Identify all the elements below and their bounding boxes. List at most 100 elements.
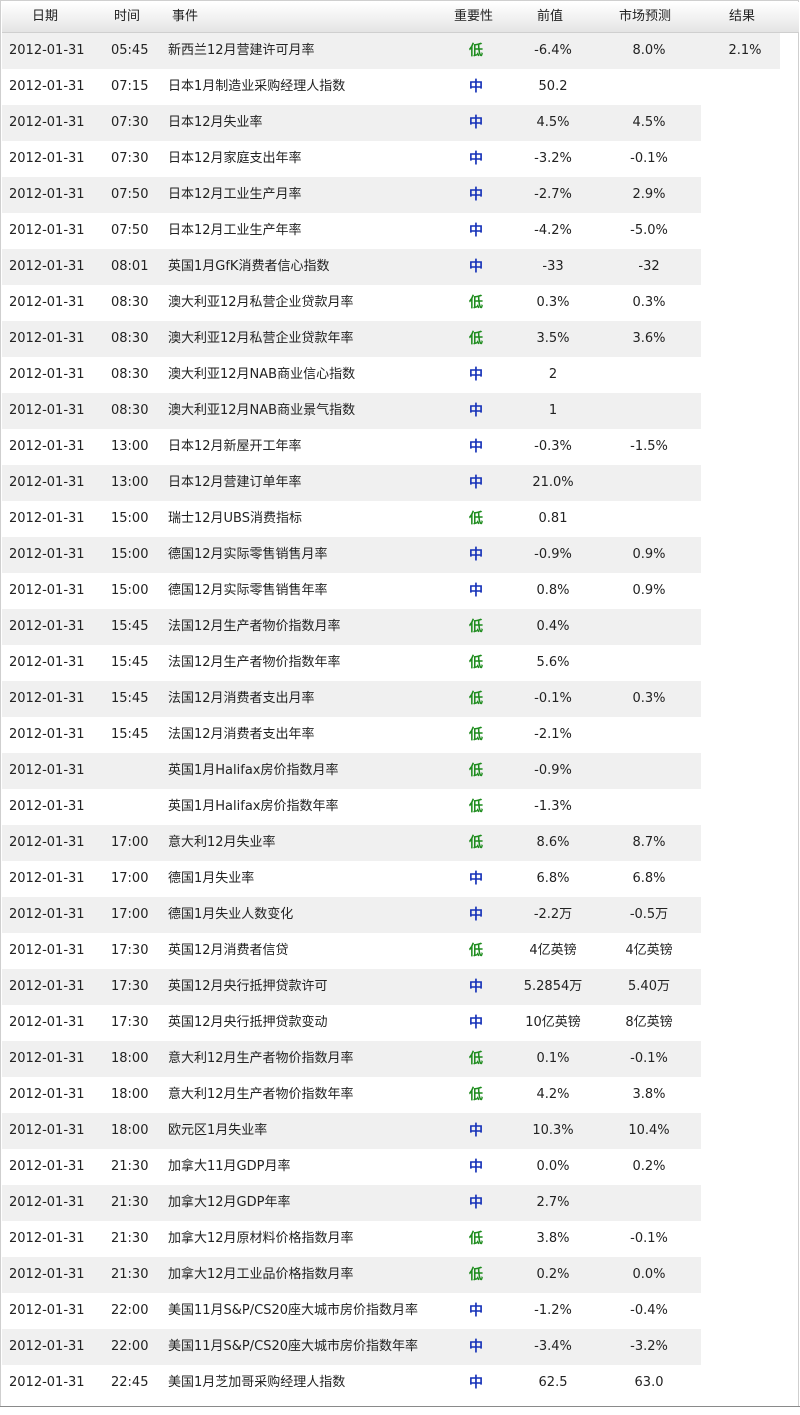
table-row[interactable]: 2012-01-31 英国1月Halifax房价指数年率低 -1.3% bbox=[2, 789, 701, 825]
row-date: 2012-01-31 bbox=[9, 1051, 85, 1066]
table-row[interactable]: 2012-01-31 22:00 美国11月S&P/CS20座大城市房价指数月率中 -… bbox=[2, 1293, 701, 1329]
header-date[interactable]: 日期 bbox=[32, 2, 58, 32]
row-time: 21:30 bbox=[111, 1159, 149, 1174]
row-time: 21:30 bbox=[111, 1267, 149, 1282]
row-event: 澳大利亚12月NAB商业信心指数 bbox=[168, 367, 356, 382]
table-row[interactable]: 2012-01-31 22:00 美国11月S&P/CS20座大城市房价指数年率中 -… bbox=[2, 1329, 701, 1365]
table-row[interactable]: 2012-01-31 21:30 加拿大12月工业品价格指数月率低 0.2% 0.0% bbox=[2, 1257, 701, 1293]
table-row[interactable]: 2012-01-31 18:00 意大利12月生产者物价指数月率低 0.1% -0.1% bbox=[2, 1041, 701, 1077]
row-date: 2012-01-31 bbox=[9, 1375, 85, 1390]
row-date: 2012-01-31 bbox=[9, 1339, 85, 1354]
row-event: 瑞士12月UBS消费指标 bbox=[168, 511, 302, 526]
row-date: 2012-01-31 bbox=[9, 1267, 85, 1282]
row-event: 意大利12月失业率 bbox=[168, 835, 276, 850]
table-row[interactable]: 2012-01-31 18:00 意大利12月生产者物价指数年率低 4.2% 3.8% bbox=[2, 1077, 701, 1113]
table-row[interactable]: 2012-01-31 21:30 加拿大11月GDP月率中 0.0% 0.2% bbox=[2, 1149, 701, 1185]
table-row[interactable]: 2012-01-31 22:45 美国1月芝加哥采购经理人指数中 62.5 63.0 bbox=[2, 1365, 701, 1401]
row-event: 美国11月S&P/CS20座大城市房价指数年率 bbox=[168, 1339, 419, 1354]
table-row[interactable]: 2012-01-31 07:15 日本1月制造业采购经理人指数中 50.2 bbox=[2, 69, 701, 105]
table-row[interactable]: 2012-01-31 英国1月Halifax房价指数月率低 -0.9% bbox=[2, 753, 701, 789]
row-date: 2012-01-31 bbox=[9, 1303, 85, 1318]
row-date: 2012-01-31 bbox=[9, 1123, 85, 1138]
table-row[interactable]: 2012-01-31 08:30 澳大利亚12月私营企业贷款月率低 0.3% 0.3% bbox=[2, 285, 701, 321]
header-time[interactable]: 时间 bbox=[114, 2, 140, 32]
row-date: 2012-01-31 bbox=[9, 79, 85, 94]
row-event: 日本1月制造业采购经理人指数 bbox=[168, 79, 346, 94]
row-time: 15:45 bbox=[111, 619, 149, 634]
row-time: 05:45 bbox=[111, 43, 149, 58]
table-row[interactable]: 2012-01-31 05:45 新西兰12月营建许可月率低 -6.4% 8.0% 2.1… bbox=[2, 33, 780, 69]
table-row[interactable]: 2012-01-31 15:00 德国12月实际零售销售年率中 0.8% 0.9% bbox=[2, 573, 701, 609]
row-time: 07:15 bbox=[111, 79, 149, 94]
row-date: 2012-01-31 bbox=[9, 1195, 85, 1210]
table-row[interactable]: 2012-01-31 15:45 法国12月消费者支出月率低 -0.1% 0.3% bbox=[2, 681, 701, 717]
row-event: 德国1月失业人数变化 bbox=[168, 907, 294, 922]
row-date: 2012-01-31 bbox=[9, 547, 85, 562]
row-event: 日本12月工业生产月率 bbox=[168, 187, 302, 202]
table-row[interactable]: 2012-01-31 08:01 英国1月GfK消费者信心指数中 -33 -32 bbox=[2, 249, 701, 285]
table-row[interactable]: 2012-01-31 18:00 欧元区1月失业率中 10.3% 10.4% bbox=[2, 1113, 701, 1149]
row-event: 英国12月央行抵押贷款许可 bbox=[168, 979, 328, 994]
table-row[interactable]: 2012-01-31 13:00 日本12月新屋开工年率中 -0.3% -1.5% bbox=[2, 429, 701, 465]
row-time: 08:01 bbox=[111, 259, 149, 274]
row-date: 2012-01-31 bbox=[9, 43, 85, 58]
header-event[interactable]: 事件 bbox=[172, 2, 198, 32]
row-event: 法国12月生产者物价指数月率 bbox=[168, 619, 341, 634]
table-row[interactable]: 2012-01-31 15:00 德国12月实际零售销售月率中 -0.9% 0.9% bbox=[2, 537, 701, 573]
row-time: 07:30 bbox=[111, 151, 149, 166]
header-forecast[interactable]: 市场预测 bbox=[619, 2, 671, 32]
row-date: 2012-01-31 bbox=[9, 367, 85, 382]
row-event: 澳大利亚12月私营企业贷款月率 bbox=[168, 295, 354, 310]
row-event: 加拿大12月工业品价格指数月率 bbox=[168, 1267, 354, 1282]
table-row[interactable]: 2012-01-31 07:30 日本12月失业率中 4.5% 4.5% bbox=[2, 105, 701, 141]
row-date: 2012-01-31 bbox=[9, 1087, 85, 1102]
table-row[interactable]: 2012-01-31 17:30 英国12月央行抵押贷款许可中 5.2854万 5.40… bbox=[2, 969, 701, 1005]
table-row[interactable]: 2012-01-31 21:30 加拿大12月原材料价格指数月率低 3.8% -0.1% bbox=[2, 1221, 701, 1257]
table-row[interactable]: 2012-01-31 07:50 日本12月工业生产月率中 -2.7% 2.9% bbox=[2, 177, 701, 213]
row-event: 法国12月消费者支出年率 bbox=[168, 727, 315, 742]
row-date: 2012-01-31 bbox=[9, 259, 85, 274]
row-event: 日本12月工业生产年率 bbox=[168, 223, 302, 238]
table-row[interactable]: 2012-01-31 15:00 瑞士12月UBS消费指标低 0.81 bbox=[2, 501, 701, 537]
row-date: 2012-01-31 bbox=[9, 115, 85, 130]
row-date: 2012-01-31 bbox=[9, 1231, 85, 1246]
table-row[interactable]: 2012-01-31 17:30 英国12月央行抵押贷款变动中 10亿英镑 8亿英镑 bbox=[2, 1005, 701, 1041]
row-date: 2012-01-31 bbox=[9, 763, 85, 778]
table-row[interactable]: 2012-01-31 07:50 日本12月工业生产年率中 -4.2% -5.0% bbox=[2, 213, 701, 249]
table-row[interactable]: 2012-01-31 17:00 德国1月失业人数变化中 -2.2万 -0.5万 bbox=[2, 897, 701, 933]
header-previous[interactable]: 前值 bbox=[537, 2, 563, 32]
row-event: 德国12月实际零售销售月率 bbox=[168, 547, 328, 562]
header-result[interactable]: 结果 bbox=[729, 2, 755, 32]
table-row[interactable]: 2012-01-31 21:30 加拿大12月GDP年率中 2.7% bbox=[2, 1185, 701, 1221]
row-time: 15:45 bbox=[111, 655, 149, 670]
table-row[interactable]: 2012-01-31 15:45 法国12月消费者支出年率低 -2.1% bbox=[2, 717, 701, 753]
table-row[interactable]: 2012-01-31 15:45 法国12月生产者物价指数月率低 0.4% bbox=[2, 609, 701, 645]
table-row[interactable]: 2012-01-31 17:30 英国12月消费者信贷低 4亿英镑 4亿英镑 bbox=[2, 933, 701, 969]
table-row[interactable]: 2012-01-31 17:00 意大利12月失业率低 8.6% 8.7% bbox=[2, 825, 701, 861]
row-date: 2012-01-31 bbox=[9, 979, 85, 994]
row-time: 08:30 bbox=[111, 331, 149, 346]
row-time: 17:30 bbox=[111, 979, 149, 994]
row-date: 2012-01-31 bbox=[9, 799, 85, 814]
row-event: 意大利12月生产者物价指数年率 bbox=[168, 1087, 354, 1102]
row-time: 21:30 bbox=[111, 1195, 149, 1210]
row-time: 18:00 bbox=[111, 1123, 149, 1138]
table-row[interactable]: 2012-01-31 13:00 日本12月营建订单年率中 21.0% bbox=[2, 465, 701, 501]
table-row[interactable]: 2012-01-31 08:30 澳大利亚12月NAB商业景气指数中 1 bbox=[2, 393, 701, 429]
row-event: 英国1月GfK消费者信心指数 bbox=[168, 259, 330, 274]
row-time: 15:45 bbox=[111, 691, 149, 706]
row-event: 美国11月S&P/CS20座大城市房价指数月率 bbox=[168, 1303, 419, 1318]
table-row[interactable]: 2012-01-31 08:30 澳大利亚12月NAB商业信心指数中 2 bbox=[2, 357, 701, 393]
row-date: 2012-01-31 bbox=[9, 439, 85, 454]
row-time: 13:00 bbox=[111, 475, 149, 490]
header-importance[interactable]: 重要性 bbox=[454, 2, 493, 32]
row-time: 08:30 bbox=[111, 367, 149, 382]
table-row[interactable]: 2012-01-31 17:00 德国1月失业率中 6.8% 6.8% bbox=[2, 861, 701, 897]
row-date: 2012-01-31 bbox=[9, 1159, 85, 1174]
row-time: 17:00 bbox=[111, 871, 149, 886]
table-row[interactable]: 2012-01-31 07:30 日本12月家庭支出年率中 -3.2% -0.1% bbox=[2, 141, 701, 177]
table-row[interactable]: 2012-01-31 08:30 澳大利亚12月私营企业贷款年率低 3.5% 3.6% bbox=[2, 321, 701, 357]
row-date: 2012-01-31 bbox=[9, 619, 85, 634]
table-row[interactable]: 2012-01-31 15:45 法国12月生产者物价指数年率低 5.6% bbox=[2, 645, 701, 681]
row-date: 2012-01-31 bbox=[9, 223, 85, 238]
